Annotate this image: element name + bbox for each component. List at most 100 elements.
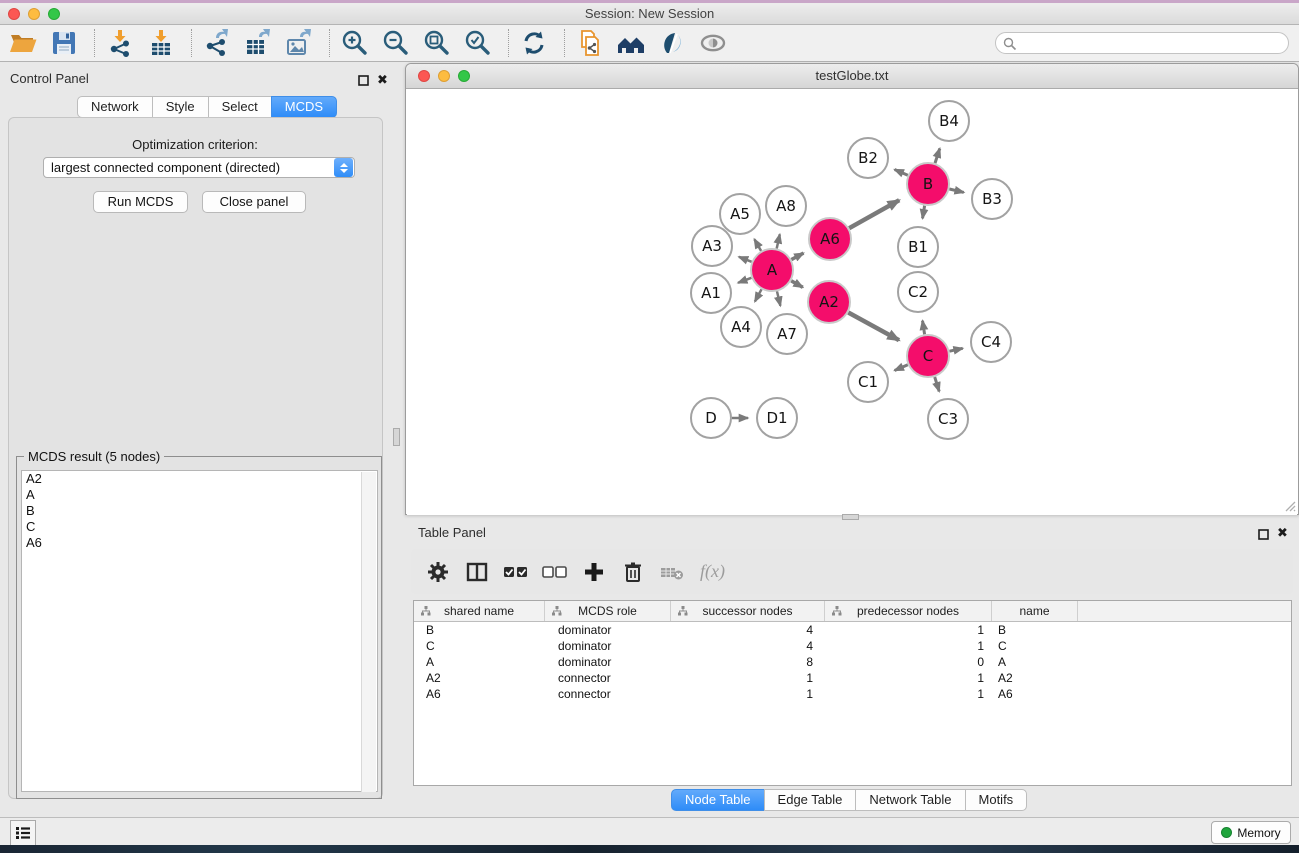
table-panel-float-icon[interactable] <box>1258 527 1269 545</box>
export-network-icon[interactable] <box>202 28 232 58</box>
graph-edge-A6-B[interactable] <box>849 200 899 228</box>
graph-edge-A-A4[interactable] <box>755 289 762 301</box>
search-input[interactable] <box>995 32 1289 54</box>
import-network-icon[interactable] <box>105 28 135 58</box>
close-window-button[interactable] <box>8 8 20 20</box>
tab-network[interactable]: Network <box>77 96 153 118</box>
save-session-icon[interactable] <box>49 28 79 58</box>
control-panel-close-icon[interactable]: ✖ <box>377 72 388 88</box>
vertical-splitter-handle[interactable] <box>393 428 400 446</box>
column-header-name[interactable]: name <box>992 601 1078 621</box>
column-header-MCDS-role[interactable]: MCDS role <box>545 601 671 621</box>
network-zoom-button[interactable] <box>458 70 470 82</box>
control-panel-float-icon[interactable] <box>358 73 369 91</box>
select-all-checkboxes-icon[interactable] <box>503 559 529 585</box>
open-file-icon[interactable] <box>8 28 38 58</box>
column-header-shared-name[interactable]: shared name <box>414 601 545 621</box>
mcds-result-item[interactable]: A2 <box>22 471 377 487</box>
clone-network-icon[interactable] <box>575 28 605 58</box>
table-cell[interactable]: connector <box>545 670 671 686</box>
graph-edge-A-A8[interactable] <box>777 234 780 248</box>
table-cell[interactable]: A <box>414 654 545 670</box>
table-cell[interactable]: A6 <box>414 686 545 702</box>
table-cell[interactable]: 0 <box>825 654 992 670</box>
zoom-in-icon[interactable] <box>340 28 370 58</box>
mcds-result-item[interactable]: C <box>22 519 377 535</box>
table-row[interactable]: Bdominator41B <box>414 622 1291 638</box>
refresh-layout-icon[interactable] <box>519 28 549 58</box>
graph-edge-A-A5[interactable] <box>754 239 761 251</box>
table-cell[interactable]: dominator <box>545 654 671 670</box>
table-row[interactable]: Adominator80A <box>414 654 1291 670</box>
graph-edge-A-A3[interactable] <box>739 257 752 262</box>
minimize-window-button[interactable] <box>28 8 40 20</box>
table-cell[interactable]: 4 <box>671 622 825 638</box>
graph-edge-C-C4[interactable] <box>950 348 963 351</box>
table-cell[interactable]: 1 <box>825 622 992 638</box>
open-browser-icon[interactable] <box>616 28 646 58</box>
table-cell[interactable]: A <box>992 654 1078 670</box>
graph-edge-C-C1[interactable] <box>895 365 908 371</box>
graph-edge-C-C2[interactable] <box>923 321 925 335</box>
graph-edge-B-B1[interactable] <box>923 206 925 219</box>
export-table-icon[interactable] <box>243 28 273 58</box>
table-row[interactable]: A6connector11A6 <box>414 686 1291 702</box>
zoom-selected-icon[interactable] <box>463 28 493 58</box>
column-header-predecessor-nodes[interactable]: predecessor nodes <box>825 601 992 621</box>
table-cell[interactable]: 8 <box>671 654 825 670</box>
memory-button[interactable]: Memory <box>1211 821 1291 844</box>
table-row[interactable]: A2connector11A2 <box>414 670 1291 686</box>
mcds-result-item[interactable]: B <box>22 503 377 519</box>
column-layout-icon[interactable] <box>464 559 490 585</box>
zoom-fit-icon[interactable] <box>422 28 452 58</box>
close-panel-button[interactable]: Close panel <box>202 191 306 213</box>
tab-select[interactable]: Select <box>208 96 272 118</box>
table-cell[interactable]: C <box>992 638 1078 654</box>
table-cell[interactable]: 1 <box>825 638 992 654</box>
tab-mcds[interactable]: MCDS <box>271 96 337 118</box>
deselect-all-checkboxes-icon[interactable] <box>542 559 568 585</box>
export-image-icon[interactable] <box>284 28 314 58</box>
table-cell[interactable]: 1 <box>825 670 992 686</box>
scrollbar[interactable] <box>361 472 376 792</box>
import-table-icon[interactable] <box>146 28 176 58</box>
graph-edge-A-A2[interactable] <box>791 281 803 288</box>
zoom-out-icon[interactable] <box>381 28 411 58</box>
graph-edge-B-B3[interactable] <box>949 189 963 192</box>
table-cell[interactable]: dominator <box>545 638 671 654</box>
delete-table-icon[interactable] <box>659 559 685 585</box>
table-cell[interactable]: B <box>414 622 545 638</box>
table-cell[interactable]: A6 <box>992 686 1078 702</box>
table-settings-icon[interactable] <box>425 559 451 585</box>
table-cell[interactable]: dominator <box>545 622 671 638</box>
table-cell[interactable]: 4 <box>671 638 825 654</box>
table-cell[interactable]: 1 <box>671 686 825 702</box>
network-canvas[interactable]: AA1A2A3A4A5A6A7A8BB1B2B3B4CC1C2C3C4DD1 <box>407 89 1297 515</box>
graph-edge-B-B4[interactable] <box>935 149 940 164</box>
task-history-button[interactable] <box>10 820 36 846</box>
table-row[interactable]: Cdominator41C <box>414 638 1291 654</box>
show-hide-graphics-icon[interactable] <box>698 28 728 58</box>
add-column-icon[interactable] <box>581 559 607 585</box>
mcds-result-item[interactable]: A6 <box>22 535 377 551</box>
column-header-successor-nodes[interactable]: successor nodes <box>671 601 825 621</box>
resize-grip-icon[interactable] <box>1282 498 1296 512</box>
tab-network-table[interactable]: Network Table <box>855 789 965 811</box>
optimization-select[interactable]: largest connected component (directed) <box>43 157 355 178</box>
graph-edge-A2-C[interactable] <box>848 313 899 341</box>
tab-edge-table[interactable]: Edge Table <box>764 789 857 811</box>
graph-edge-A-A1[interactable] <box>738 278 751 283</box>
graph-edge-A-A7[interactable] <box>777 291 780 305</box>
zoom-window-button[interactable] <box>48 8 60 20</box>
tab-node-table[interactable]: Node Table <box>671 789 765 811</box>
table-panel-close-icon[interactable]: ✖ <box>1277 525 1288 541</box>
table-cell[interactable]: A2 <box>414 670 545 686</box>
tab-style[interactable]: Style <box>152 96 209 118</box>
graph-edge-C-C3[interactable] <box>935 377 940 391</box>
vizmapper-preview-icon[interactable] <box>657 28 687 58</box>
function-builder-button[interactable]: f(x) <box>700 561 725 582</box>
mcds-result-item[interactable]: A <box>22 487 377 503</box>
graph-edge-B-B2[interactable] <box>895 170 908 176</box>
table-cell[interactable]: A2 <box>992 670 1078 686</box>
network-close-button[interactable] <box>418 70 430 82</box>
